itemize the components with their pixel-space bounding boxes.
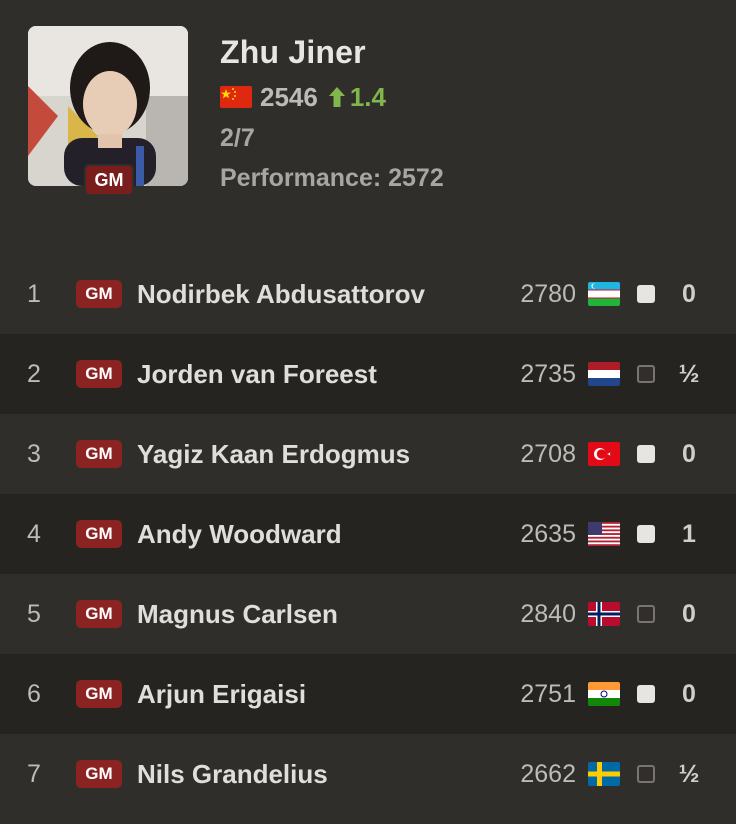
player-performance: Performance: 2572 [220, 164, 444, 192]
game-row[interactable]: 5 GM Magnus Carlsen 2840 0 [0, 574, 736, 654]
game-result[interactable]: 1 [672, 494, 706, 574]
games-list: 1 GM Nodirbek Abdusattorov 2780 0 2 GM Jorden v… [0, 254, 736, 814]
white-piece-icon [637, 285, 655, 303]
rating-change-value: 1.4 [349, 81, 386, 112]
opponent-title-badge: GM [76, 520, 122, 548]
round-number: 7 [27, 759, 41, 788]
white-piece-icon [637, 445, 655, 463]
sweden-flag-icon [588, 762, 620, 786]
player-avatar[interactable] [28, 26, 188, 186]
china-flag-icon [220, 86, 252, 108]
opponent-title-badge: GM [76, 440, 122, 468]
opponent-name[interactable]: Nils Grandelius [137, 734, 328, 814]
game-row[interactable]: 2 GM Jorden van Foreest 2735 ½ [0, 334, 736, 414]
norway-flag-icon [588, 602, 620, 626]
game-row[interactable]: 1 GM Nodirbek Abdusattorov 2780 0 [0, 254, 736, 334]
game-result[interactable]: 0 [672, 414, 706, 494]
white-piece-icon [637, 525, 655, 543]
opponent-rating: 2635 [520, 519, 576, 548]
opponent-name[interactable]: Nodirbek Abdusattorov [137, 254, 425, 334]
white-piece-icon [637, 685, 655, 703]
usa-flag-icon [588, 522, 620, 546]
player-score: 2/7 [220, 124, 255, 152]
player-photo-icon [28, 26, 188, 186]
opponent-title-badge: GM [76, 360, 122, 388]
opponent-rating: 2708 [520, 439, 576, 468]
arrow-up-icon [328, 87, 345, 107]
uzbekistan-flag-icon [588, 282, 620, 306]
round-number: 6 [27, 679, 41, 708]
round-number: 1 [27, 279, 41, 308]
rating-change: 1.4 [326, 82, 386, 113]
opponent-name[interactable]: Jorden van Foreest [137, 334, 377, 414]
game-row[interactable]: 7 GM Nils Grandelius 2662 ½ [0, 734, 736, 814]
opponent-rating: 2735 [520, 359, 576, 388]
opponent-title-badge: GM [76, 280, 122, 308]
player-rating-line: 2546 1.4 [220, 82, 386, 112]
opponent-title-badge: GM [76, 600, 122, 628]
opponent-rating: 2662 [520, 759, 576, 788]
round-number: 4 [27, 519, 41, 548]
india-flag-icon [588, 682, 620, 706]
player-rating: 2546 [260, 81, 318, 112]
black-piece-icon [637, 365, 655, 383]
opponent-name[interactable]: Yagiz Kaan Erdogmus [137, 414, 410, 494]
opponent-rating: 2840 [520, 599, 576, 628]
opponent-title-badge: GM [76, 760, 122, 788]
opponent-title-badge: GM [76, 680, 122, 708]
opponent-rating: 2751 [520, 679, 576, 708]
game-result[interactable]: 0 [672, 574, 706, 654]
opponent-name[interactable]: Andy Woodward [137, 494, 342, 574]
game-result[interactable]: 0 [672, 654, 706, 734]
opponent-name[interactable]: Magnus Carlsen [137, 574, 338, 654]
game-result[interactable]: 0 [672, 254, 706, 334]
round-number: 3 [27, 439, 41, 468]
game-result[interactable]: ½ [672, 734, 706, 814]
turkey-flag-icon [588, 442, 620, 466]
black-piece-icon [637, 605, 655, 623]
black-piece-icon [637, 765, 655, 783]
player-header: GM Zhu Jiner 2546 1.4 2/7 Performance: 2… [0, 0, 736, 215]
game-row[interactable]: 3 GM Yagiz Kaan Erdogmus 2708 0 [0, 414, 736, 494]
game-row[interactable]: 4 GM Andy Woodward 2635 1 [0, 494, 736, 574]
opponent-name[interactable]: Arjun Erigaisi [137, 654, 306, 734]
player-title-badge: GM [84, 164, 134, 196]
player-name[interactable]: Zhu Jiner [220, 34, 366, 71]
netherlands-flag-icon [588, 362, 620, 386]
round-number: 2 [27, 359, 41, 388]
round-number: 5 [27, 599, 41, 628]
game-row[interactable]: 6 GM Arjun Erigaisi 2751 0 [0, 654, 736, 734]
game-result[interactable]: ½ [672, 334, 706, 414]
opponent-rating: 2780 [520, 279, 576, 308]
